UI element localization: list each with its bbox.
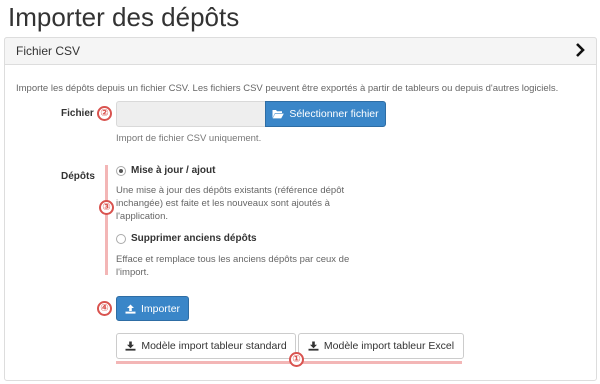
template-standard-label: Modèle import tableur standard bbox=[141, 340, 287, 352]
radio-update-add[interactable] bbox=[116, 166, 126, 176]
template-excel-button[interactable]: Modèle import tableur Excel bbox=[298, 333, 464, 359]
chevron-right-icon[interactable] bbox=[575, 43, 585, 57]
annotation-badge-1: ① bbox=[289, 352, 304, 367]
template-standard-button[interactable]: Modèle import tableur standard bbox=[116, 333, 296, 359]
panel-heading[interactable] bbox=[4, 37, 597, 65]
option-delete-old-description: Efface et remplace tous les anciens dépô… bbox=[116, 254, 350, 278]
option-delete-old-label: Supprimer anciens dépôts bbox=[131, 233, 257, 244]
file-label: Fichier bbox=[61, 108, 94, 119]
select-file-label: Sélectionner fichier bbox=[289, 108, 379, 120]
folder-open-icon bbox=[272, 110, 285, 119]
page-title: Importer des dépôts bbox=[8, 2, 240, 32]
file-help-text: Import de fichier CSV uniquement. bbox=[116, 133, 262, 144]
radio-delete-old[interactable] bbox=[116, 234, 126, 244]
option-update-add-description: Une mise à jour des dépôts existants (ré… bbox=[116, 185, 345, 222]
download-icon bbox=[125, 341, 136, 351]
upload-icon bbox=[125, 304, 136, 314]
download-icon bbox=[308, 341, 319, 351]
panel-intro: Importe les dépôts depuis un fichier CSV… bbox=[16, 83, 559, 94]
panel-title: Fichier CSV bbox=[16, 44, 81, 58]
annotation-bar bbox=[105, 165, 108, 275]
annotation-badge-2: ② bbox=[97, 106, 112, 121]
import-button[interactable]: Importer bbox=[116, 296, 189, 321]
select-file-button[interactable]: Sélectionner fichier bbox=[265, 101, 386, 127]
file-field[interactable] bbox=[116, 101, 266, 127]
template-excel-label: Modèle import tableur Excel bbox=[323, 340, 455, 352]
option-update-add-label: Mise à jour / ajout bbox=[131, 165, 216, 176]
import-label: Importer bbox=[140, 302, 181, 315]
annotation-badge-4: ④ bbox=[97, 301, 112, 316]
annotation-badge-3: ③ bbox=[99, 200, 114, 215]
depots-label: Dépôts bbox=[61, 171, 95, 182]
